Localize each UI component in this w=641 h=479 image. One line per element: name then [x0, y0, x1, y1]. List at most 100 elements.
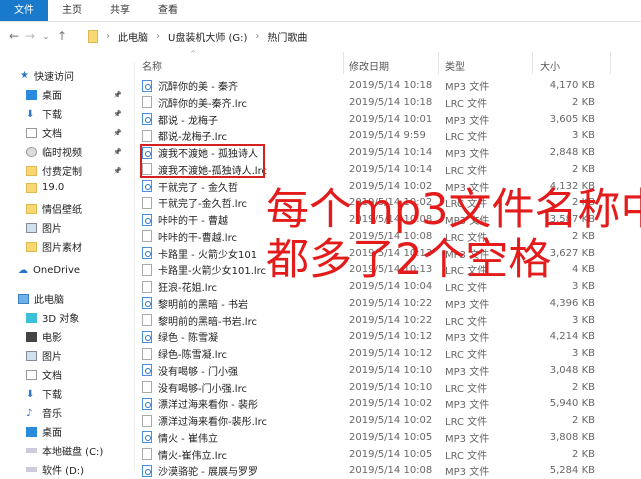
sidebar-item-label: 临时视频 [42, 148, 82, 159]
pin-icon[interactable]: 📌 [113, 110, 122, 118]
sidebar-item[interactable]: 图片 [26, 348, 62, 363]
file-size: 3 KB [572, 314, 595, 326]
pin-icon[interactable]: 📌 [113, 148, 122, 156]
file-name: 沉醉你的美-秦齐.lrc [158, 98, 247, 110]
sidebar-item[interactable]: 文档 [26, 367, 62, 382]
text-file-icon [142, 314, 152, 326]
sidebar-item-label: 3D 对象 [42, 314, 80, 325]
file-name: 绿色 - 陈雪凝 [158, 333, 218, 345]
disc-icon [26, 146, 37, 157]
sidebar-item[interactable]: 19.0 [26, 182, 64, 193]
sidebar-item[interactable]: ⬇ 下载 [26, 386, 62, 402]
audio-file-icon [142, 180, 152, 192]
sidebar-quick-access[interactable]: ★ 快速访问 [20, 68, 74, 83]
sidebar-item[interactable]: 桌面 📌 [26, 87, 122, 102]
ribbon: 文件 主页 共享 查看 [0, 0, 641, 22]
file-row[interactable]: 都说 - 龙梅子 2019/5/14 10:01 MP3 文件 3,605 KB [140, 111, 641, 128]
sidebar-onedrive[interactable]: ☁ OneDrive [18, 265, 80, 276]
annotation-line-1: 每个mp3文件名称中 [266, 185, 641, 235]
breadcrumb-this-pc[interactable]: 此电脑 [118, 29, 148, 44]
file-date: 2019/5/14 10:18 [349, 96, 433, 108]
column-date[interactable]: 修改日期 [349, 58, 389, 73]
text-file-icon [142, 263, 152, 276]
sidebar-item[interactable]: ♪ 音乐 [26, 405, 62, 421]
up-arrow-icon[interactable]: ↑ [54, 29, 70, 43]
file-row[interactable]: 漂洋过海来看你 - 裴彤 2019/5/14 10:02 MP3 文件 5,94… [140, 395, 641, 412]
file-size: 3,627 KB [549, 247, 595, 259]
sidebar-item[interactable]: 3D 对象 [26, 310, 79, 325]
file-size: 2 KB [572, 381, 595, 393]
sidebar-item[interactable]: 本地磁盘 (C:) [26, 443, 103, 458]
pin-icon[interactable]: 📌 [113, 129, 122, 137]
chevron-right-icon: › [106, 30, 110, 42]
file-type: MP3 文件 [445, 333, 490, 345]
file-row[interactable]: 沉醉你的美-秦齐.lrc 2019/5/14 10:18 LRC 文件 2 KB [140, 94, 641, 111]
tab-share[interactable]: 共享 [96, 0, 144, 21]
document-icon [26, 127, 37, 138]
breadcrumb-folder[interactable]: 热门歌曲 [267, 29, 307, 44]
file-type: LRC 文件 [445, 132, 488, 144]
sidebar-item[interactable]: ⬇ 下载 📌 [26, 106, 122, 122]
sidebar-this-pc[interactable]: 此电脑 [18, 291, 64, 306]
file-name: 漂洋过海来看你-裴彤.lrc [158, 417, 267, 428]
file-name: 绿色-陈雪凝.lrc [158, 350, 227, 361]
pictures-icon [26, 350, 37, 361]
folder-icon [88, 29, 98, 43]
forward-arrow-icon[interactable]: → [22, 29, 38, 43]
tab-home[interactable]: 主页 [48, 0, 96, 21]
recent-chevron-icon[interactable]: ⌄ [38, 32, 54, 41]
file-size: 2 KB [572, 448, 595, 460]
audio-file-icon [142, 330, 152, 343]
sidebar-item[interactable]: 图片 [26, 220, 62, 235]
tab-view[interactable]: 查看 [144, 0, 192, 21]
column-name[interactable]: 名称 [142, 58, 162, 73]
drive-icon [26, 467, 37, 472]
sidebar-item[interactable]: 临时视频 📌 [26, 144, 122, 159]
file-size: 2 KB [572, 96, 595, 108]
audio-file-icon [142, 213, 152, 226]
file-date: 2019/5/14 10:02 [349, 398, 433, 410]
tab-file[interactable]: 文件 [0, 0, 48, 21]
file-row[interactable]: 沉醉你的美 - 秦齐 2019/5/14 10:18 MP3 文件 4,170 … [140, 77, 641, 94]
sidebar-item[interactable]: 软件 (D:) [26, 462, 84, 477]
file-row[interactable]: 没有喝够-门小强.lrc 2019/5/14 10:10 LRC 文件 2 KB [140, 379, 641, 396]
file-row[interactable]: 绿色-陈雪凝.lrc 2019/5/14 10:12 LRC 文件 3 KB [140, 345, 641, 362]
sidebar-item[interactable]: 文档 📌 [26, 125, 122, 140]
file-type: LRC 文件 [445, 316, 488, 328]
address-bar[interactable]: › 此电脑 › U盘装机大师 (G:) › 热门歌曲 [88, 27, 641, 45]
file-row[interactable]: 绿色 - 陈雪凝 2019/5/14 10:12 MP3 文件 4,214 KB [140, 328, 641, 345]
file-date: 2019/5/14 10:05 [349, 431, 433, 443]
audio-file-icon [142, 297, 152, 310]
file-name: 卡路里 - 火箭少女101 [158, 249, 258, 261]
sidebar-item[interactable]: 桌面 [26, 424, 62, 439]
file-row[interactable]: 漂洋过海来看你-裴彤.lrc 2019/5/14 10:02 LRC 文件 2 … [140, 412, 641, 429]
pin-icon[interactable]: 📌 [113, 167, 122, 175]
computer-icon [18, 293, 29, 304]
chevron-right-icon: › [156, 30, 160, 42]
audio-file-icon [142, 113, 152, 125]
navigation-pane: ★ 快速访问 ☁ OneDrive 此电脑 桌面 📌 ⬇ 下载 📌 文档 📌 临时视频 📌 付费定制 📌… [0, 62, 135, 477]
column-size[interactable]: 大小 [540, 58, 560, 73]
sidebar-item[interactable]: 图片素材 [26, 239, 82, 254]
file-size: 3,808 KB [549, 431, 595, 443]
file-row[interactable]: 情火 - 崔伟立 2019/5/14 10:05 MP3 文件 3,808 KB [140, 429, 641, 446]
video-icon [26, 331, 37, 342]
file-row[interactable]: 都说-龙梅子.lrc 2019/5/14 9:59 LRC 文件 3 KB [140, 127, 641, 144]
file-row[interactable]: 情火-崔伟立.lrc 2019/5/14 10:05 LRC 文件 2 KB [140, 446, 641, 463]
column-type[interactable]: 类型 [445, 58, 465, 73]
pin-icon[interactable]: 📌 [113, 91, 122, 99]
breadcrumb-drive[interactable]: U盘装机大师 (G:) [168, 29, 247, 44]
file-row[interactable]: 黎明前的黑暗 - 书岩 2019/5/14 10:22 MP3 文件 4,396… [140, 295, 641, 312]
text-file-icon [142, 129, 152, 142]
cube-icon [26, 312, 37, 323]
file-name: 黎明前的黑暗 - 书岩 [158, 299, 248, 311]
sidebar-item[interactable]: 情侣壁纸 [26, 201, 82, 216]
file-row[interactable]: 黎明前的黑暗-书岩.lrc 2019/5/14 10:22 LRC 文件 3 K… [140, 312, 641, 329]
sidebar-item[interactable]: 电影 [26, 329, 62, 344]
file-size: 3 KB [572, 130, 595, 142]
file-name: 卡路里-火箭少女101.lrc [158, 266, 267, 278]
file-name: 都说 - 龙梅子 [158, 115, 218, 127]
back-arrow-icon[interactable]: ← [6, 29, 22, 43]
file-row[interactable]: 没有喝够 - 门小强 2019/5/14 10:10 MP3 文件 3,048 … [140, 362, 641, 379]
sidebar-item[interactable]: 付费定制 📌 [26, 163, 122, 178]
